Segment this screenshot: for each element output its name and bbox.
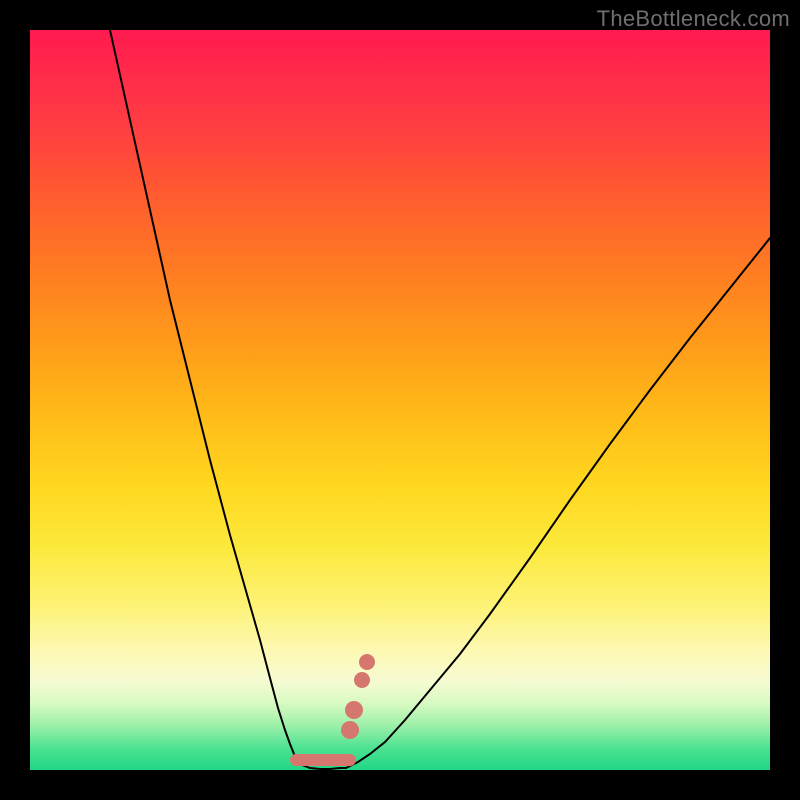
chart-svg: [30, 30, 770, 770]
marker-dot: [354, 672, 370, 688]
watermark-label: TheBottleneck.com: [597, 6, 790, 32]
plot-area: [30, 30, 770, 770]
marker-dot: [345, 701, 363, 719]
left-curve: [110, 30, 302, 765]
right-curve: [346, 238, 770, 768]
outer-frame: TheBottleneck.com: [0, 0, 800, 800]
marker-dots: [341, 654, 375, 739]
marker-dot: [341, 721, 359, 739]
marker-dot: [359, 654, 375, 670]
